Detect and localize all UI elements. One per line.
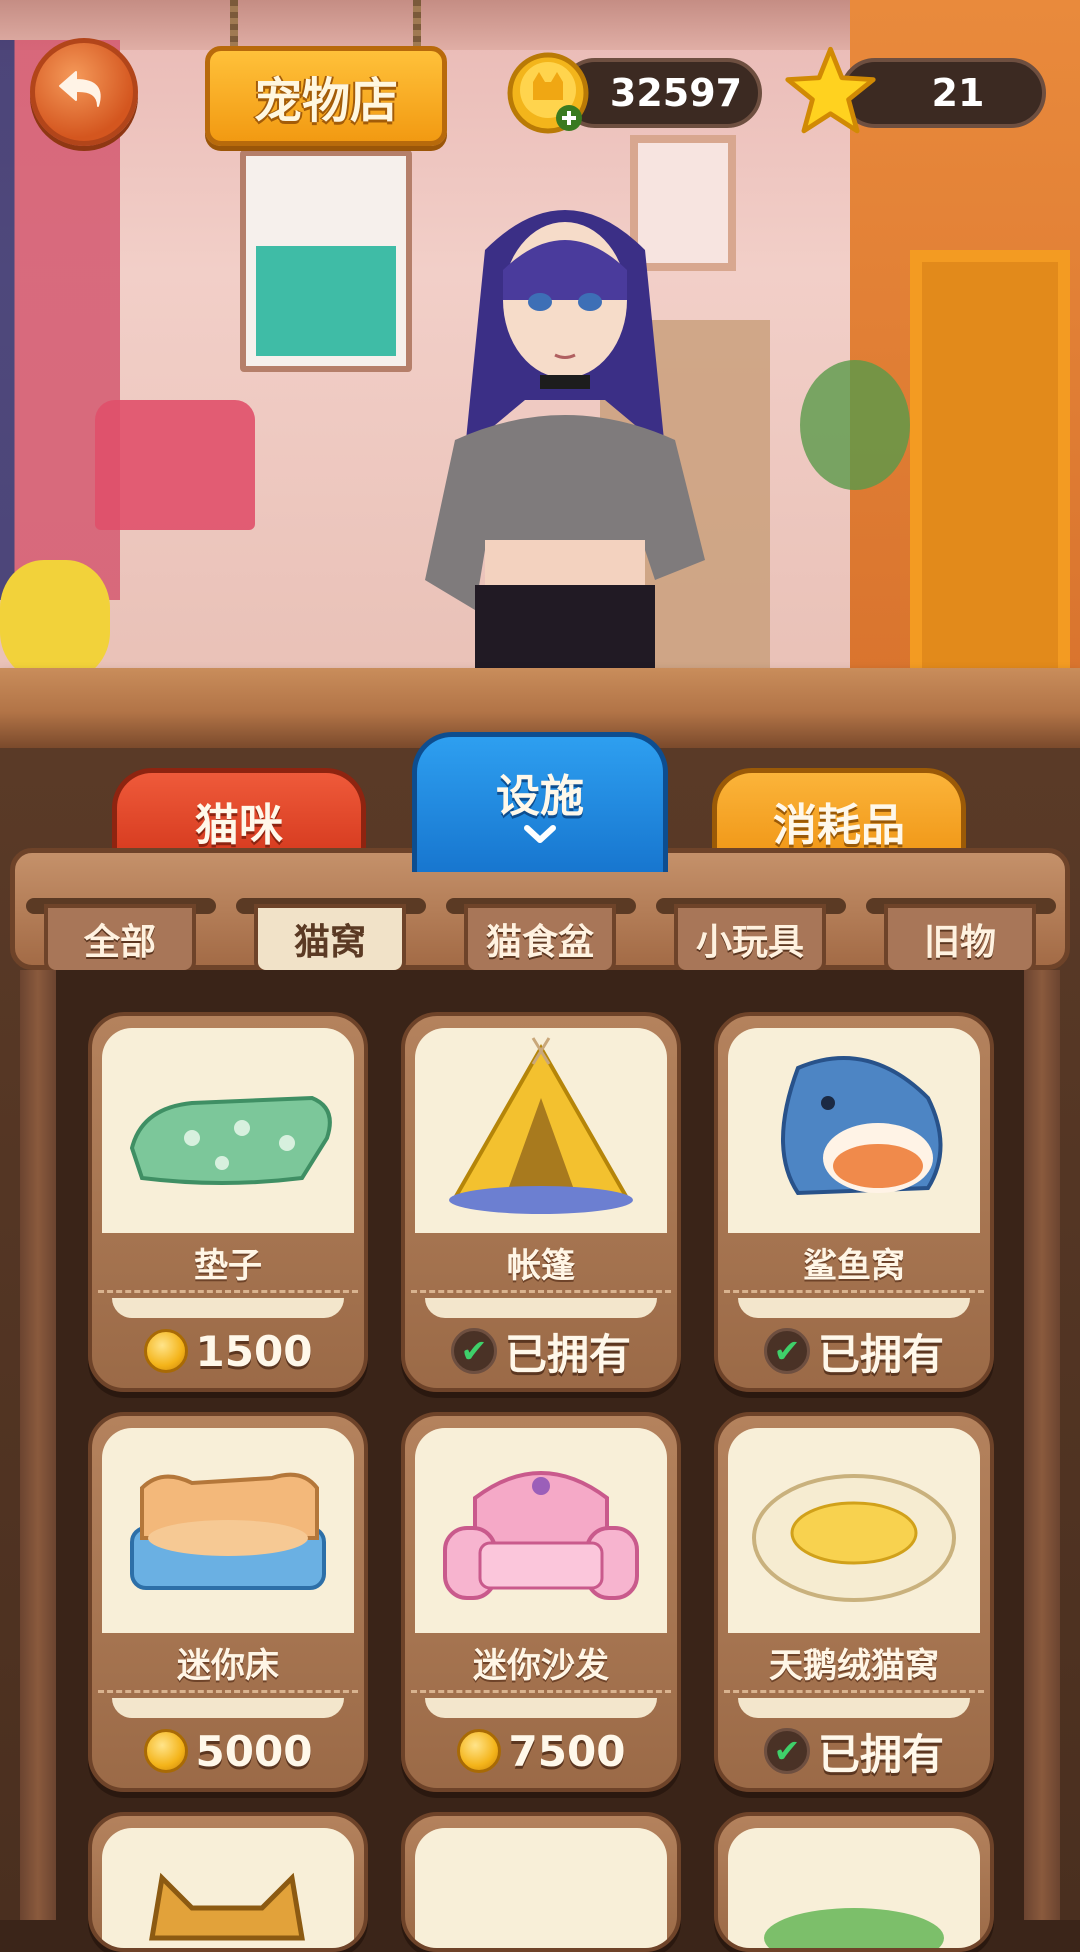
coin-count: 32597: [609, 71, 743, 115]
star-icon: [785, 46, 876, 134]
shop-title-sign: 宠物店: [205, 46, 447, 146]
subtab-cat-beds-label: 猫窝: [293, 922, 366, 963]
item-card-mat[interactable]: 垫子 1500: [88, 1012, 368, 1392]
sign-rope-right: [413, 0, 421, 50]
cat-house-decor: [95, 400, 255, 530]
item-owned-status: ✔ 已拥有: [724, 1321, 984, 1381]
subtab-old-items-label: 旧物: [923, 922, 996, 963]
card-lip: [112, 1698, 344, 1718]
item-image: [102, 1828, 354, 1948]
item-name: 迷你床: [98, 1634, 358, 1693]
subtab-toys-label: 小玩具: [695, 922, 804, 963]
bookshelf: [910, 250, 1070, 680]
item-name: 帐篷: [411, 1234, 671, 1293]
item-name: 垫子: [98, 1234, 358, 1293]
item-card-velvet-bed[interactable]: 天鹅绒猫窝 ✔ 已拥有: [714, 1412, 994, 1792]
cat-ear-bed-icon: [149, 1872, 305, 1941]
subtab-all[interactable]: 全部: [44, 904, 196, 974]
item-card-shark-bed[interactable]: 鲨鱼窝 ✔ 已拥有: [714, 1012, 994, 1392]
item-image: [102, 1428, 354, 1633]
coin-icon: [143, 1729, 188, 1773]
item-price: 5000: [98, 1721, 358, 1781]
item-image: [415, 1428, 667, 1633]
green-bed-icon: [764, 1908, 944, 1948]
coin-icon: [143, 1329, 188, 1373]
item-image: [728, 1428, 980, 1633]
subtab-food-bowls[interactable]: 猫食盆: [464, 904, 616, 974]
item-image: [728, 1028, 980, 1233]
sign-rope-left: [230, 0, 238, 50]
item-status: 1500: [195, 1326, 313, 1376]
cushion-decor: [0, 560, 110, 680]
item-name: 天鹅绒猫窝: [724, 1634, 984, 1693]
subtab-all-label: 全部: [83, 922, 156, 963]
tent-icon: [449, 1037, 633, 1214]
item-status: 5000: [195, 1726, 313, 1776]
back-button[interactable]: [30, 38, 138, 146]
card-lip: [738, 1698, 970, 1718]
item-price: 1500: [98, 1321, 358, 1381]
item-card-partial[interactable]: [88, 1812, 368, 1952]
item-card-partial[interactable]: [401, 1812, 681, 1952]
chevron-down-icon: [524, 824, 556, 843]
item-owned-status: ✔ 已拥有: [724, 1721, 984, 1781]
card-lip: [112, 1298, 344, 1318]
item-image: [415, 1828, 667, 1948]
card-lip: [425, 1298, 657, 1318]
item-status: 7500: [508, 1726, 626, 1776]
item-status: 已拥有: [817, 1329, 944, 1379]
item-owned-status: ✔ 已拥有: [411, 1321, 671, 1381]
item-image: [415, 1028, 667, 1233]
mini-sofa-icon: [443, 1471, 639, 1600]
item-status: 已拥有: [504, 1329, 631, 1379]
subtab-food-bowls-label: 猫食盆: [485, 922, 594, 963]
item-name: 鲨鱼窝: [724, 1234, 984, 1293]
check-icon: ✔: [763, 1728, 810, 1774]
subtab-toys[interactable]: 小玩具: [674, 904, 826, 974]
tab-cats-label: 猫咪: [195, 799, 283, 851]
item-card-mini-sofa[interactable]: 迷你沙发 7500: [401, 1412, 681, 1792]
left-rail: [20, 970, 56, 1920]
shark-bed-icon: [781, 1056, 943, 1196]
right-rail: [1024, 970, 1060, 1920]
tab-facilities-label: 设施: [496, 770, 584, 822]
item-name: 迷你沙发: [411, 1634, 671, 1693]
subtab-cat-beds[interactable]: 猫窝: [254, 904, 406, 974]
star-count: 21: [931, 71, 985, 115]
item-price: 7500: [411, 1721, 671, 1781]
item-status: 已拥有: [817, 1729, 944, 1779]
card-lip: [425, 1698, 657, 1718]
back-arrow-icon: [59, 71, 101, 107]
check-icon: ✔: [450, 1328, 497, 1374]
check-icon: ✔: [763, 1328, 810, 1374]
item-card-mini-bed[interactable]: 迷你床 5000: [88, 1412, 368, 1792]
card-lip: [738, 1298, 970, 1318]
mat-icon: [129, 1095, 332, 1185]
coin-add-icon[interactable]: [505, 50, 591, 136]
tab-consumables-label: 消耗品: [773, 799, 905, 851]
item-image: [728, 1828, 980, 1948]
subtab-old-items[interactable]: 旧物: [884, 904, 1036, 974]
item-card-tent[interactable]: 帐篷 ✔ 已拥有: [401, 1012, 681, 1392]
velvet-bed-icon: [752, 1474, 956, 1602]
tab-facilities[interactable]: 设施: [412, 732, 668, 872]
page-title: 宠物店: [253, 73, 398, 129]
wall-poster: [240, 150, 412, 372]
coin-icon: [456, 1729, 501, 1773]
plant: [800, 360, 910, 490]
item-card-partial[interactable]: [714, 1812, 994, 1952]
item-image: [102, 1028, 354, 1233]
mini-bed-icon: [130, 1472, 326, 1590]
shopkeeper-character: [425, 210, 705, 680]
